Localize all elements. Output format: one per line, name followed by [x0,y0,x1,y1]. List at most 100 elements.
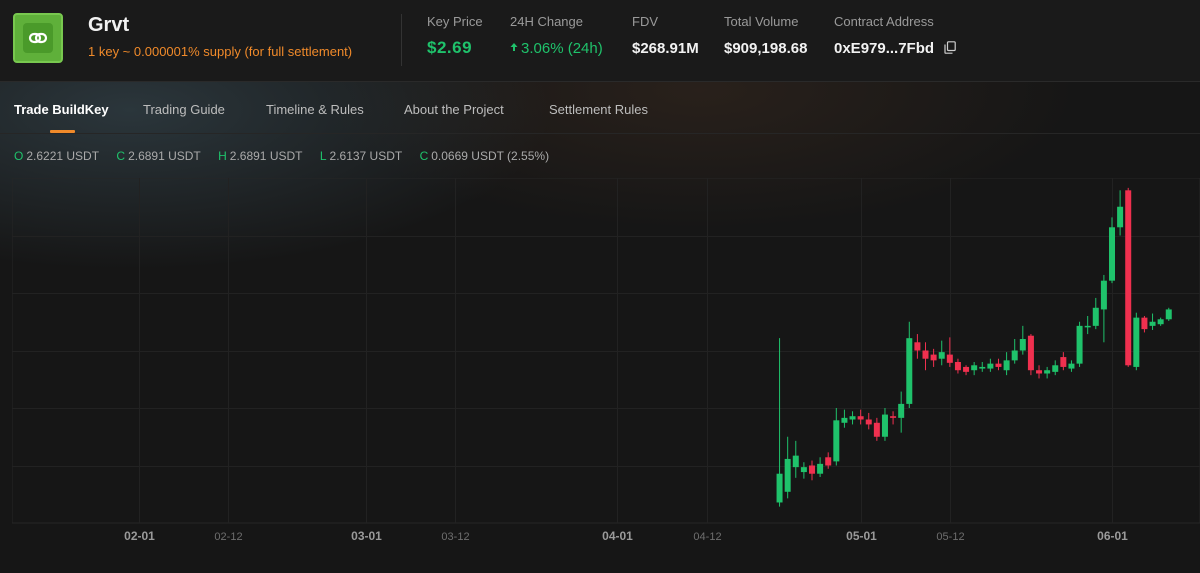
candle-body [963,366,970,372]
candle-body [800,467,807,473]
candle-body [825,457,832,466]
candle-body [1133,317,1140,367]
ohlc-key: O [14,149,24,163]
candle-body [1100,280,1107,310]
stat-contract-address: Contract Address 0xE979...7Fbd [834,14,957,58]
candle-body [1044,370,1051,374]
ohlc-value: 2.6891 USDT [229,149,303,163]
active-tab-indicator [50,130,75,133]
token-header: Grvt 1 key ~ 0.000001% supply (for full … [0,0,1200,82]
candle-body [971,365,978,371]
x-tick-label: 03-12 [441,531,469,543]
candle-body [849,416,856,420]
key-price-value: $2.69 [427,38,473,57]
x-tick-label: 03-01 [351,529,382,543]
candle-body [987,363,994,369]
ohlc-readout: O 2.6221 USDT C 2.6891 USDT H 2.6891 USDT L… [14,149,563,163]
candle-body [1149,321,1156,326]
stat-label: FDV [632,14,658,29]
ohlc-high: H 2.6891 USDT [218,149,302,163]
ohlc-low: L 2.6137 USDT [320,149,402,163]
stat-label: 24H Change [510,14,583,29]
ohlc-value: 0.0669 USDT (2.55%) [431,149,550,163]
price-chart[interactable]: 02-01 02-12 03-01 03-12 04-01 04-12 05-01 05-12… [11,177,1200,573]
candle-body [841,417,848,423]
stat-fdv: FDV $268.91M [632,14,699,57]
ohlc-value: 2.6891 USDT [128,149,201,163]
x-tick-label: 02-01 [124,529,155,543]
stat-label: Contract Address [834,14,934,29]
contract-address-wrap: 0xE979...7Fbd [834,40,957,58]
candle-body [1027,335,1034,371]
change-value: 3.06% (24h) [521,40,603,57]
ohlc-key: C [419,149,429,163]
candle-body [792,455,799,468]
x-tick-label: 06-01 [1097,529,1128,543]
x-tick-label: 05-01 [846,529,877,543]
candle-body [857,416,864,420]
header-divider [401,14,402,66]
candle-body [922,350,929,359]
tab-trade-buildkey[interactable]: Trade BuildKey [14,102,109,117]
candle-body [808,465,815,474]
x-tick-label: 04-01 [602,529,633,543]
candle-body [914,342,921,351]
candle-body [1157,319,1164,325]
ohlc-key: L [319,149,327,163]
candle-body [833,420,840,462]
ohlc-key: H [218,149,227,163]
stat-total-volume: Total Volume $909,198.68 [724,14,807,57]
stat-label: Total Volume [724,14,799,29]
candle-body [1036,370,1043,374]
stat-label: Key Price [427,14,483,29]
ohlc-value: 2.6221 USDT [26,149,100,163]
stat-key-price: Key Price $2.69 [427,14,483,58]
x-tick-label: 05-12 [936,531,964,543]
candle-body [1060,357,1067,367]
link-icon [23,23,53,53]
candle-body [1011,350,1018,361]
section-tabs: Trade BuildKey Trading Guide Timeline & … [0,82,1200,134]
candle-body [1125,190,1132,366]
candle-body [890,416,897,418]
token-name: Grvt [88,14,130,36]
candle-body [995,363,1002,367]
tab-about-project[interactable]: About the Project [404,102,504,117]
change-value-wrap: 3.06% (24h) [510,40,603,57]
total-volume-value: $909,198.68 [724,40,808,57]
candle-body [817,463,824,474]
copy-icon[interactable] [944,40,957,58]
candle-body [776,473,783,503]
x-tick-label: 02-12 [214,531,242,543]
tab-trading-guide[interactable]: Trading Guide [143,102,225,117]
fdv-value: $268.91M [632,40,699,57]
tab-settlement-rules[interactable]: Settlement Rules [549,102,648,117]
candle-body [938,352,945,359]
candle-body [1084,325,1091,328]
candlestick-chart[interactable]: 02-01 02-12 03-01 03-12 04-01 04-12 05-01 05-12… [11,177,1200,573]
ohlc-close: C 2.6891 USDT [116,149,200,163]
candle-body [930,354,937,361]
tab-timeline-rules[interactable]: Timeline & Rules [266,102,364,117]
ohlc-value: 2.6137 USDT [329,149,403,163]
candle-body [1019,339,1026,351]
candle-body [865,419,872,425]
x-tick-label: 04-12 [693,531,721,543]
candle-body [1068,363,1075,369]
token-logo [13,13,63,63]
candle-body [1165,309,1172,320]
candle-body [784,458,791,492]
candle-body [881,414,888,437]
candle-body [1003,360,1010,371]
candle-body [1141,317,1148,330]
candle-body [954,362,961,371]
candle-body [898,403,905,418]
candle-body [906,338,913,404]
contract-address-value: 0xE979...7Fbd [834,40,935,57]
key-supply-note: 1 key ~ 0.000001% supply (for full settl… [88,44,353,59]
ohlc-open: O 2.6221 USDT [14,149,99,163]
candle-body [946,354,953,363]
candle-body [1109,227,1115,281]
candle-body [1117,206,1124,228]
arrow-up-icon [510,43,518,51]
